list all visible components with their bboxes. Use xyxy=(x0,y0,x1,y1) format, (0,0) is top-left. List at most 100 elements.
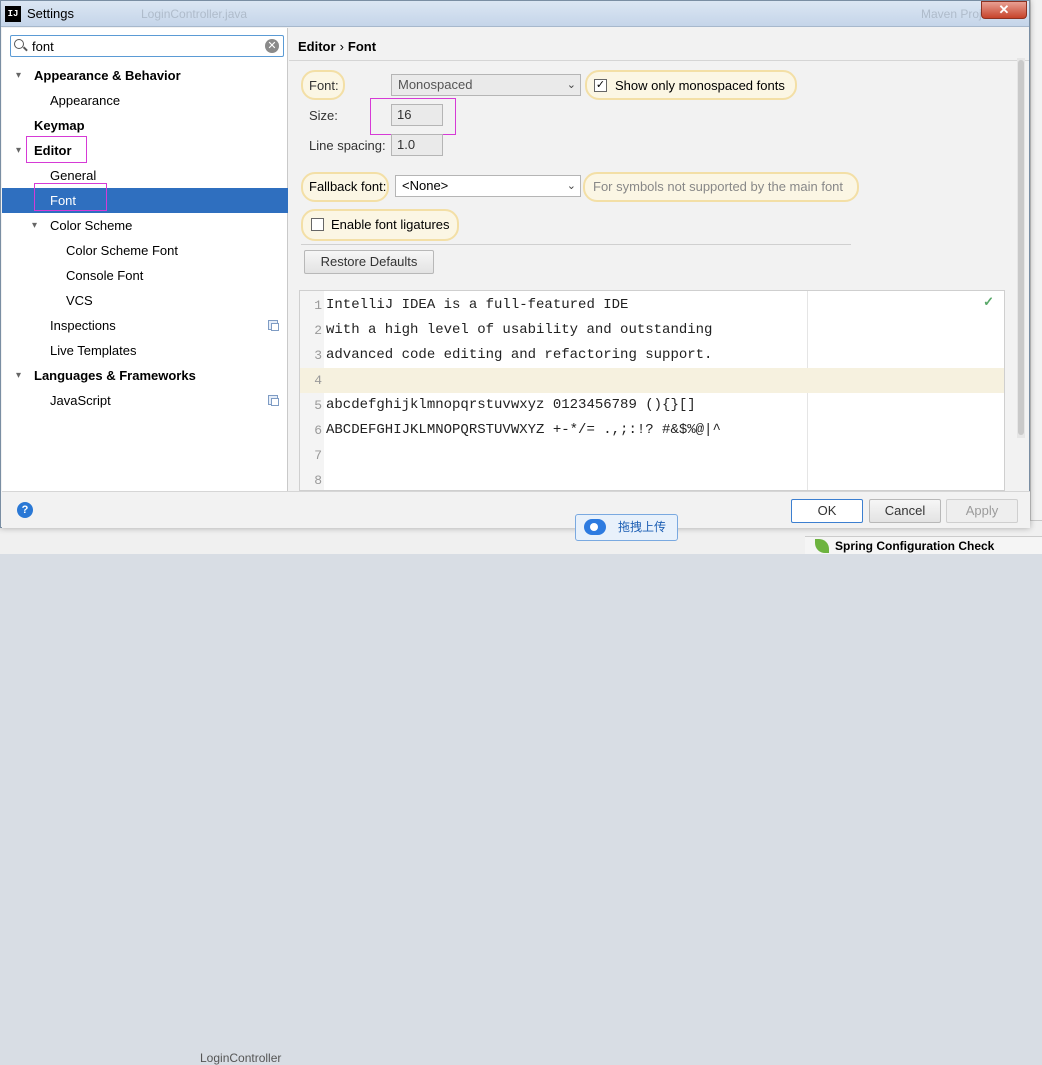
tree-item-appearance-behavior[interactable]: ▾ Appearance & Behavior xyxy=(2,63,288,88)
header-divider xyxy=(289,60,1029,61)
settings-sidebar: font ✕ ▾ Appearance & Behavior Appearanc… xyxy=(2,28,288,491)
spring-config-check[interactable]: Spring Configuration Check xyxy=(805,536,1042,554)
line-number: 8 xyxy=(314,473,322,488)
tree-item-label: Appearance xyxy=(50,93,121,108)
dialog-footer: ? OK Cancel Apply xyxy=(2,491,1030,528)
line-number: 6 xyxy=(314,423,322,438)
spring-config-label: Spring Configuration Check xyxy=(835,539,995,553)
tree-item-vcs[interactable]: VCS xyxy=(2,288,288,313)
tree-item-javascript[interactable]: JavaScript xyxy=(2,388,288,413)
fallback-font-label: Fallback font: xyxy=(309,179,387,194)
drag-upload-button[interactable]: 拖拽上传 xyxy=(575,514,678,541)
search-input[interactable]: font ✕ xyxy=(10,35,284,57)
line-text: advanced code editing and refactoring su… xyxy=(326,347,713,363)
tree-item-label: Console Font xyxy=(66,268,144,283)
font-label: Font: xyxy=(309,78,339,93)
tree-item-label: JavaScript xyxy=(50,393,111,408)
tree-item-label: Appearance & Behavior xyxy=(34,68,181,83)
highlight-box-font xyxy=(34,183,107,211)
line-number: 4 xyxy=(314,373,322,388)
preview-line: 2 with a high level of usability and out… xyxy=(300,318,1004,343)
search-value: font xyxy=(32,39,54,54)
ok-button[interactable]: OK xyxy=(791,499,863,523)
font-settings-panel: Editor › Font Font: Monospaced ⌄ ✓ Show on… xyxy=(289,28,1029,491)
cancel-button[interactable]: Cancel xyxy=(869,499,941,523)
chevron-down-icon[interactable]: ▾ xyxy=(16,363,21,388)
fallback-hint: For symbols not supported by the main fo… xyxy=(593,179,844,194)
font-select[interactable]: Monospaced ⌄ xyxy=(391,74,581,96)
restore-defaults-button[interactable]: Restore Defaults xyxy=(304,250,434,274)
breadcrumb: Editor › Font xyxy=(298,39,376,54)
line-number: 2 xyxy=(314,323,322,338)
fallback-font-value: <None> xyxy=(402,178,449,193)
line-number: 1 xyxy=(314,298,322,313)
project-settings-icon xyxy=(268,395,279,406)
line-number: 3 xyxy=(314,348,322,363)
line-text: ABCDEFGHIJKLMNOPQRSTUVWXYZ +-*/= .,;:!? … xyxy=(326,422,721,438)
preview-line: 5 abcdefghijklmnopqrstuvwxyz 0123456789 … xyxy=(300,393,1004,418)
preview-line: 8 xyxy=(300,468,1004,490)
tree-item-appearance[interactable]: Appearance xyxy=(2,88,288,113)
tree-item-label: VCS xyxy=(66,293,93,308)
drag-upload-label: 拖拽上传 xyxy=(618,520,667,534)
line-spacing-label: Line spacing: xyxy=(309,138,386,153)
tree-item-label: Keymap xyxy=(34,118,85,133)
intellij-icon: IJ xyxy=(5,6,21,22)
title-bar[interactable]: IJ Settings LoginController.java Maven P… xyxy=(1,1,1029,27)
preview-line: 7 xyxy=(300,443,1004,468)
highlight-box-editor xyxy=(26,136,87,163)
window-title: Settings xyxy=(27,6,74,21)
ghost-tab-label: LoginController.java xyxy=(141,7,248,21)
preview-line: 6 ABCDEFGHIJKLMNOPQRSTUVWXYZ +-*/= .,;:!… xyxy=(300,418,1004,443)
scrollbar-thumb[interactable] xyxy=(1018,60,1024,435)
tree-item-color-scheme[interactable]: ▾ Color Scheme xyxy=(2,213,288,238)
ligatures-checkbox[interactable] xyxy=(311,218,324,231)
line-text: abcdefghijklmnopqrstuvwxyz 0123456789 ()… xyxy=(326,397,696,413)
panel-scrollbar[interactable] xyxy=(1017,58,1025,438)
preview-line: 3 advanced code editing and refactoring … xyxy=(300,343,1004,368)
preview-line: 1 IntelliJ IDEA is a full-featured IDE xyxy=(300,293,1004,318)
preview-line-current: 4 xyxy=(300,368,1004,393)
size-label: Size: xyxy=(309,108,338,123)
tree-item-label: Color Scheme xyxy=(50,218,133,233)
tree-item-label: Inspections xyxy=(50,318,116,333)
tree-item-live-templates[interactable]: Live Templates xyxy=(2,338,288,363)
line-number: 7 xyxy=(314,448,322,463)
show-mono-label: Show only monospaced fonts xyxy=(615,78,785,93)
highlight-box-size xyxy=(370,98,456,135)
tree-item-languages-frameworks[interactable]: ▾ Languages & Frameworks xyxy=(2,363,288,388)
show-mono-checkbox[interactable]: ✓ xyxy=(594,79,607,92)
font-select-value: Monospaced xyxy=(398,77,473,92)
tree-item-inspections[interactable]: Inspections xyxy=(2,313,288,338)
breadcrumb-separator: › xyxy=(339,39,344,54)
settings-dialog: IJ Settings LoginController.java Maven P… xyxy=(0,0,1030,528)
tree-item-label: Live Templates xyxy=(50,343,137,358)
line-spacing-input[interactable]: 1.0 xyxy=(391,134,443,156)
help-icon[interactable]: ? xyxy=(17,502,33,518)
project-settings-icon xyxy=(268,320,279,331)
chevron-down-icon[interactable]: ▾ xyxy=(16,138,21,163)
tree-item-console-font[interactable]: Console Font xyxy=(2,263,288,288)
tree-item-keymap[interactable]: Keymap xyxy=(2,113,288,138)
cloud-upload-icon xyxy=(584,519,606,535)
fallback-font-select[interactable]: <None> ⌄ xyxy=(395,175,581,197)
chevron-down-icon: ⌄ xyxy=(566,79,576,91)
settings-tree: ▾ Appearance & Behavior Appearance Keyma… xyxy=(2,63,288,413)
tree-item-color-scheme-font[interactable]: Color Scheme Font xyxy=(2,238,288,263)
breadcrumb-parent: Editor xyxy=(298,39,336,54)
search-icon xyxy=(14,39,24,49)
line-number: 5 xyxy=(314,398,322,413)
line-text: with a high level of usability and outst… xyxy=(326,322,713,338)
clear-search-icon[interactable]: ✕ xyxy=(265,39,279,53)
ide-bottom-text: LoginController xyxy=(200,1051,282,1065)
spring-leaf-icon xyxy=(815,539,829,553)
apply-button[interactable]: Apply xyxy=(946,499,1018,523)
close-button[interactable]: ✕ xyxy=(981,1,1027,19)
line-text: IntelliJ IDEA is a full-featured IDE xyxy=(326,297,629,313)
tree-item-label: Languages & Frameworks xyxy=(34,368,196,383)
chevron-down-icon[interactable]: ▾ xyxy=(16,63,21,88)
font-preview-editor[interactable]: ✓ 1 IntelliJ IDEA is a full-featured IDE… xyxy=(299,290,1005,491)
ligatures-label: Enable font ligatures xyxy=(331,217,450,232)
breadcrumb-current: Font xyxy=(347,39,377,54)
chevron-down-icon[interactable]: ▾ xyxy=(32,213,37,238)
